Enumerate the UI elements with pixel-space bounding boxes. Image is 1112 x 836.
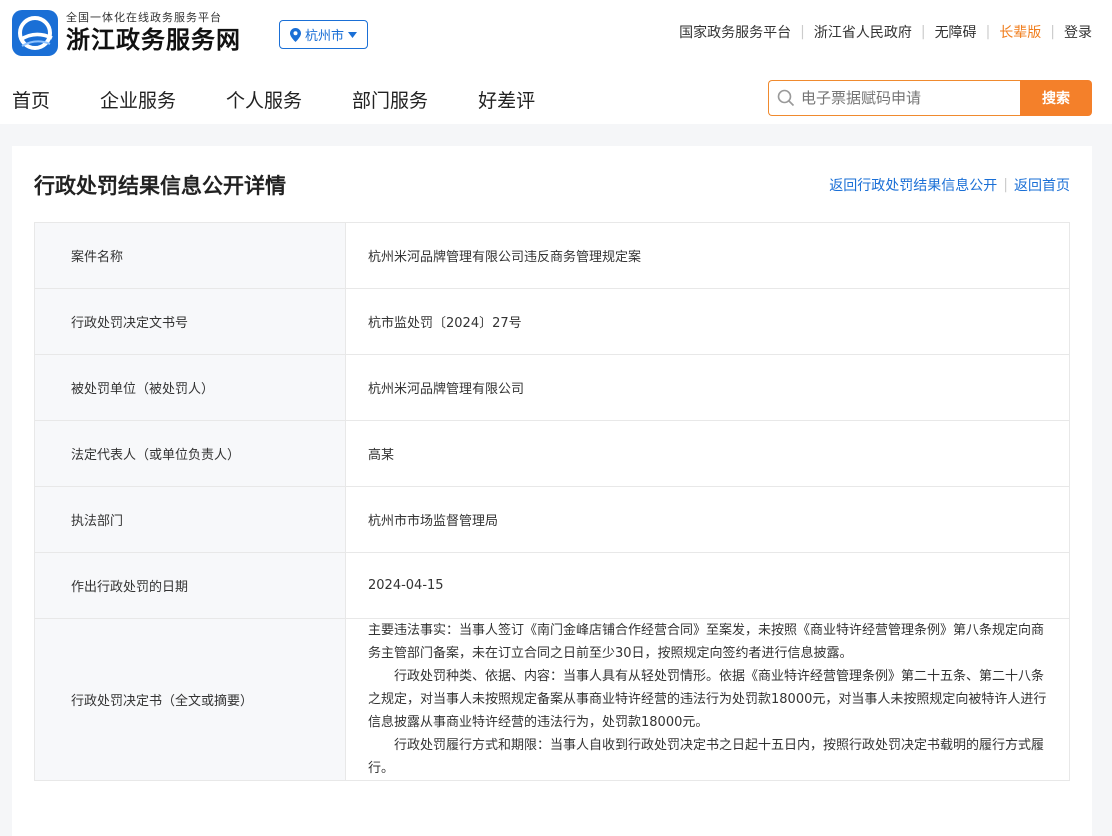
logo-emblem-icon	[12, 10, 58, 56]
link-national-platform[interactable]: 国家政务服务平台	[679, 22, 791, 42]
table-row: 行政处罚决定文书号 杭市监处罚〔2024〕27号	[34, 288, 1070, 355]
main-nav: 首页 企业服务 个人服务 部门服务 好差评	[12, 86, 585, 113]
row-label-penalty-date: 作出行政处罚的日期	[34, 552, 346, 619]
table-row: 行政处罚决定书（全文或摘要） 主要违法事实：当事人签订《南门金峰店铺合作经营合同…	[34, 618, 1070, 781]
row-value-legal-representative: 高某	[345, 420, 1070, 487]
row-value-case-name: 杭州米河品牌管理有限公司违反商务管理规定案	[345, 222, 1070, 289]
link-accessibility[interactable]: 无障碍	[935, 22, 977, 42]
back-to-list-link[interactable]: 返回行政处罚结果信息公开	[829, 175, 997, 195]
row-label-legal-representative: 法定代表人（或单位负责人）	[34, 420, 346, 487]
nav-home[interactable]: 首页	[12, 86, 50, 113]
row-label-penalized-party: 被处罚单位（被处罚人）	[34, 354, 346, 421]
row-label-decision: 行政处罚决定书（全文或摘要）	[34, 618, 346, 781]
search-input[interactable]	[801, 89, 1011, 107]
location-pin-icon	[290, 27, 301, 42]
row-label-case-name: 案件名称	[34, 222, 346, 289]
row-label-enforcement-dept: 执法部门	[34, 486, 346, 553]
nav-personal[interactable]: 个人服务	[226, 86, 302, 113]
logo-title: 浙江政务服务网	[66, 25, 241, 54]
row-value-penalty-date: 2024-04-15	[345, 552, 1070, 619]
logo-subtitle: 全国一体化在线政务服务平台	[66, 11, 222, 24]
decision-paragraph-basis: 行政处罚种类、依据、内容：当事人具有从轻处罚情形。依据《商业特许经营管理条例》第…	[368, 669, 1047, 730]
city-label: 杭州市	[305, 29, 345, 44]
table-row: 案件名称 杭州米河品牌管理有限公司违反商务管理规定案	[34, 222, 1070, 289]
divider: |	[1003, 177, 1008, 193]
site-header: 全国一体化在线政务服务平台 浙江政务服务网 杭州市 国家政务服务平台 | 浙江省…	[0, 0, 1112, 124]
row-label-document-number: 行政处罚决定文书号	[34, 288, 346, 355]
row-value-enforcement-dept: 杭州市市场监督管理局	[345, 486, 1070, 553]
back-to-home-link[interactable]: 返回首页	[1014, 175, 1070, 195]
nav-department[interactable]: 部门服务	[352, 86, 428, 113]
link-elder-mode[interactable]: 长辈版	[999, 22, 1041, 42]
page-title: 行政处罚结果信息公开详情	[34, 174, 286, 198]
row-value-penalized-party: 杭州米河品牌管理有限公司	[345, 354, 1070, 421]
nav-rating[interactable]: 好差评	[478, 86, 535, 113]
row-value-decision: 主要违法事实：当事人签订《南门金峰店铺合作经营合同》至案发，未按照《商业特许经营…	[345, 618, 1070, 781]
decision-paragraph-facts: 主要违法事实：当事人签订《南门金峰店铺合作经营合同》至案发，未按照《商业特许经营…	[368, 623, 1045, 661]
top-links: 国家政务服务平台 | 浙江省人民政府 | 无障碍 | 长辈版 | 登录	[679, 22, 1092, 42]
nav-enterprise[interactable]: 企业服务	[100, 86, 176, 113]
search-bar: 搜索	[768, 80, 1092, 116]
table-row: 法定代表人（或单位负责人） 高某	[34, 420, 1070, 487]
search-box[interactable]	[768, 80, 1020, 116]
table-row: 作出行政处罚的日期 2024-04-15	[34, 552, 1070, 619]
link-login[interactable]: 登录	[1064, 22, 1092, 42]
site-logo[interactable]: 全国一体化在线政务服务平台 浙江政务服务网	[12, 10, 241, 56]
search-button[interactable]: 搜索	[1020, 80, 1092, 116]
search-icon	[777, 89, 795, 107]
penalty-info-table: 案件名称 杭州米河品牌管理有限公司违反商务管理规定案 行政处罚决定文书号 杭市监…	[34, 222, 1070, 781]
back-links: 返回行政处罚结果信息公开 | 返回首页	[829, 175, 1070, 195]
divider: |	[800, 24, 805, 40]
caret-down-icon	[348, 31, 358, 38]
table-row: 执法部门 杭州市市场监督管理局	[34, 486, 1070, 553]
decision-paragraph-execution: 行政处罚履行方式和期限：当事人自收到行政处罚决定书之日起十五日内，按照行政处罚决…	[368, 738, 1045, 776]
city-selector[interactable]: 杭州市	[279, 20, 369, 49]
table-row: 被处罚单位（被处罚人） 杭州米河品牌管理有限公司	[34, 354, 1070, 421]
divider: |	[920, 24, 926, 40]
divider: |	[985, 24, 991, 40]
row-value-document-number: 杭市监处罚〔2024〕27号	[345, 288, 1070, 355]
detail-card: 行政处罚结果信息公开详情 返回行政处罚结果信息公开 | 返回首页 案件名称 杭州…	[12, 146, 1092, 836]
link-provincial-government[interactable]: 浙江省人民政府	[814, 22, 912, 42]
divider: |	[1050, 24, 1055, 40]
